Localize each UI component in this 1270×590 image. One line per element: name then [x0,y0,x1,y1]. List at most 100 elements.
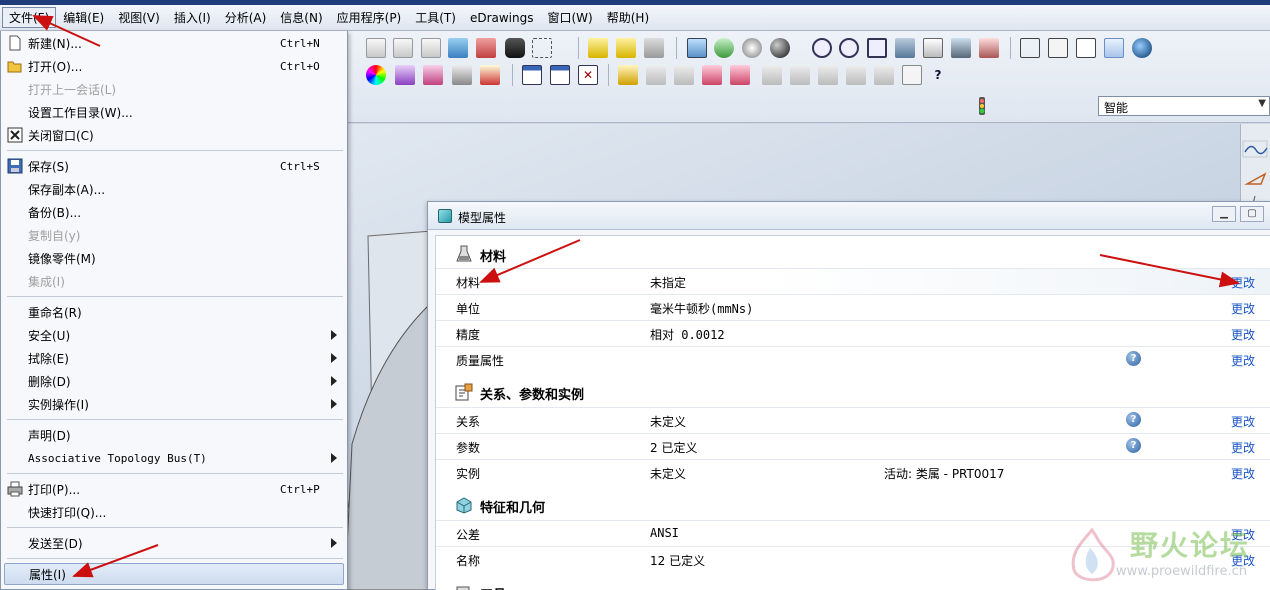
new-file-icon [7,35,23,51]
deviation-icon[interactable] [480,65,500,85]
chamfer-icon[interactable] [674,65,694,85]
menu-item-instance-ops[interactable]: 实例操作(I) [1,393,347,415]
merge-icon[interactable] [874,65,894,85]
submenu-arrow-icon [331,376,337,386]
menu-separator [7,473,343,474]
refit-icon[interactable] [867,38,887,58]
menu-file[interactable]: 文件(F) [2,7,57,28]
menu-item-print[interactable]: 打印(P)... Ctrl+P [1,478,347,500]
regen-manager-icon[interactable] [476,38,496,58]
menu-edit[interactable]: 编辑(E) [56,7,111,28]
change-link[interactable]: 更改 [1231,300,1255,317]
submenu-arrow-icon [331,330,337,340]
curvature-icon[interactable] [366,65,386,85]
menu-item-close-window[interactable]: 关闭窗口(C) [1,124,347,146]
sketch-palette-icon[interactable] [616,38,636,58]
property-row: 精度 相对 0.0012 更改 [436,320,1270,346]
section-features: 特征和几何 [436,491,1270,519]
copy-feature-icon[interactable] [790,65,810,85]
copy-icon[interactable] [366,38,386,58]
pattern-icon[interactable] [762,65,782,85]
menu-item-security[interactable]: 安全(U) [1,324,347,346]
no-hidden-icon[interactable] [1076,38,1096,58]
dialog-titlebar[interactable]: 模型属性 ▁ ▢ [428,202,1270,230]
chevron-down-icon[interactable]: ▼ [1258,98,1266,109]
menu-item-erase[interactable]: 拭除(E) [1,347,347,369]
paste-icon[interactable] [393,38,413,58]
paste-special-icon[interactable] [421,38,441,58]
menu-help[interactable]: 帮助(H) [600,7,656,28]
edit-feature-icon[interactable] [618,65,638,85]
menu-separator [7,419,343,420]
menu-view[interactable]: 视图(V) [111,7,167,28]
reorient-icon[interactable] [895,38,915,58]
menu-item-open[interactable]: 打开(O)... Ctrl+O [1,55,347,77]
help-icon[interactable]: ? [1126,412,1141,427]
menu-item-backup[interactable]: 备份(B)... [1,201,347,223]
extend-icon[interactable] [902,65,922,85]
menu-separator [7,558,343,559]
regenerate-icon[interactable] [448,38,468,58]
slope-icon[interactable] [423,65,443,85]
menu-insert[interactable]: 插入(I) [167,7,218,28]
spin-center-icon[interactable] [742,38,762,58]
view-manager-icon[interactable] [979,38,999,58]
activate-window-icon[interactable] [550,65,570,85]
change-link[interactable]: 更改 [1231,465,1255,482]
menu-item-quick-print[interactable]: 快速打印(Q)... [1,501,347,523]
round-icon[interactable] [646,65,666,85]
offset-analysis-icon[interactable] [452,65,472,85]
menu-item-properties[interactable]: 属性(I) [4,563,344,585]
datum-point-icon[interactable] [714,38,734,58]
new-window-icon[interactable] [522,65,542,85]
menu-tools[interactable]: 工具(T) [408,7,463,28]
close-window-icon[interactable]: ✕ [578,65,598,85]
saved-views-icon[interactable] [923,38,943,58]
layers-stack-icon[interactable] [951,38,971,58]
menu-analysis[interactable]: 分析(A) [218,7,274,28]
help-icon[interactable]: ? [1126,438,1141,453]
change-link[interactable]: 更改 [1231,352,1255,369]
hidden-line-icon[interactable] [1048,38,1068,58]
menu-item-declare[interactable]: 声明(D) [1,424,347,446]
find-icon[interactable] [505,38,525,58]
menu-item-save[interactable]: 保存(S) Ctrl+S [1,155,347,177]
menu-info[interactable]: 信息(N) [273,7,329,28]
menu-window[interactable]: 窗口(W) [541,7,600,28]
change-link[interactable]: 更改 [1231,326,1255,343]
datum-plane-icon[interactable] [687,38,707,58]
layer-icon[interactable] [644,38,664,58]
mirror-feature-icon[interactable] [818,65,838,85]
minimize-button[interactable]: ▁ [1212,206,1236,222]
sketch-icon[interactable] [588,38,608,58]
zoom-out-icon[interactable] [839,38,859,58]
menu-applications[interactable]: 应用程序(P) [330,7,409,28]
menu-item-topology-bus[interactable]: Associative Topology Bus(T) [1,447,347,469]
menu-item-mirror-part[interactable]: 镜像零件(M) [1,247,347,269]
shading-sphere-icon[interactable] [770,38,790,58]
change-link[interactable]: 更改 [1231,274,1255,291]
change-link[interactable]: 更改 [1231,439,1255,456]
menu-item-send-to[interactable]: 发送至(D) [1,532,347,554]
menu-item-new[interactable]: 新建(N)... Ctrl+N [1,32,347,54]
context-help-icon[interactable]: ? [928,65,948,85]
select-box-icon[interactable] [532,38,552,58]
maximize-button[interactable]: ▢ [1240,206,1264,222]
help-icon[interactable]: ? [1126,351,1141,366]
spring-icon[interactable] [730,65,750,85]
shading-icon[interactable] [1104,38,1124,58]
trim-icon[interactable] [846,65,866,85]
enhanced-realism-icon[interactable] [1132,38,1152,58]
menu-item-save-copy[interactable]: 保存副本(A)... [1,178,347,200]
selection-filter-select[interactable]: 智能 ▼ [1098,96,1270,116]
draft-check-icon[interactable] [395,65,415,85]
change-link[interactable]: 更改 [1231,413,1255,430]
menu-item-rename[interactable]: 重命名(R) [1,301,347,323]
menu-edrawings[interactable]: eDrawings [463,9,541,27]
wireframe-icon[interactable] [1020,38,1040,58]
menu-item-set-working-dir[interactable]: 设置工作目录(W)... [1,101,347,123]
style-icon[interactable] [702,65,722,85]
menu-item-delete[interactable]: 删除(D) [1,370,347,392]
zoom-in-icon[interactable] [812,38,832,58]
menu-item-integrate: 集成(I) [28,274,65,289]
